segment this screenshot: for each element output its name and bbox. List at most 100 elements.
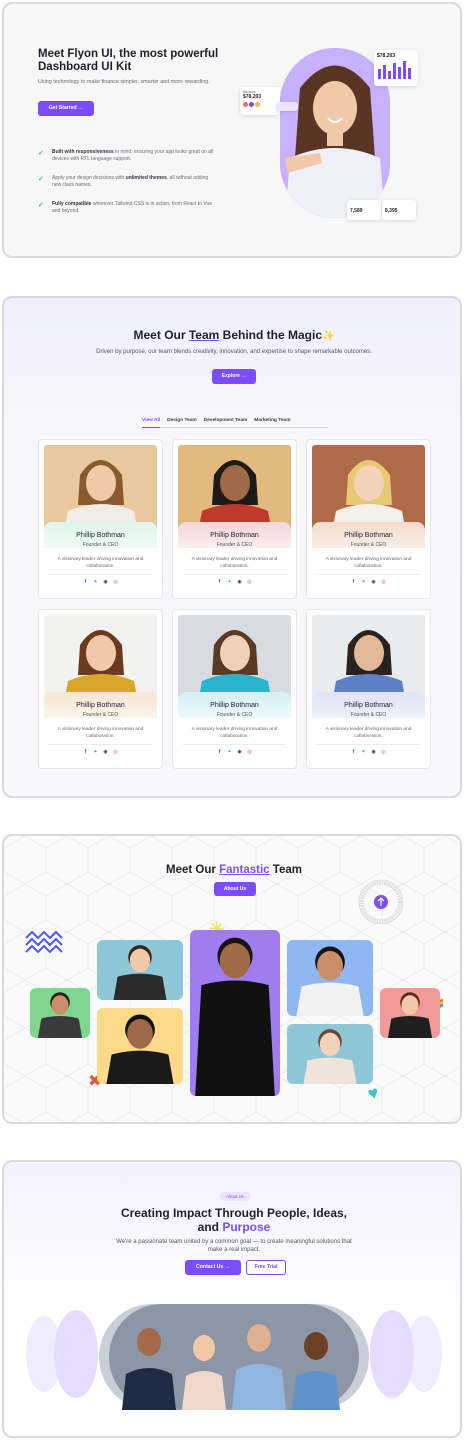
feature-bold: Fully compatible: [52, 201, 92, 207]
team-photo-tile: [30, 988, 90, 1038]
heading-text: Meet Our: [133, 328, 189, 342]
instagram-icon[interactable]: ◎: [113, 749, 119, 755]
member-role: Founder & CEO: [216, 712, 253, 718]
team-member-card: Phillip Bothman Founder & CEO A visionary …: [38, 609, 163, 769]
github-icon[interactable]: ◉: [237, 749, 243, 755]
free-trial-button[interactable]: Free Trial: [246, 1260, 286, 1275]
stat-value: 8,395: [385, 208, 398, 214]
facebook-icon[interactable]: f: [351, 579, 357, 585]
feature-bold: Built with responsiveness: [52, 149, 114, 155]
member-photo: [44, 615, 157, 703]
collage-heading: Meet Our Fantastic Team: [4, 864, 460, 876]
hero-section: Meet Flyon UI, the most powerful Dashboa…: [2, 2, 462, 258]
member-description: A visionary leader driving innovation an…: [191, 557, 278, 569]
member-role: Founder & CEO: [216, 542, 253, 548]
stat-widget: 7,589: [347, 200, 381, 220]
tab-view-all[interactable]: View All: [142, 416, 161, 428]
twitter-icon[interactable]: ✦: [227, 579, 233, 585]
instagram-icon[interactable]: ◎: [113, 579, 119, 585]
check-icon: ✓: [38, 150, 44, 157]
divider: [183, 744, 286, 745]
sparkle-icon: ✨: [322, 331, 335, 342]
member-name: Phillip Bothman: [210, 702, 259, 709]
instagram-icon[interactable]: ◎: [247, 749, 253, 755]
team-photo-tile: [97, 940, 183, 1000]
heading-highlight: Team: [188, 328, 220, 342]
member-name: Phillip Bothman: [344, 702, 393, 709]
member-description: A visionary leader driving innovation an…: [325, 557, 412, 569]
twitter-icon[interactable]: ✦: [361, 749, 367, 755]
instagram-icon[interactable]: ◎: [247, 579, 253, 585]
social-links: f ✦ ◉ ◎: [39, 579, 162, 587]
team-subtitle: Driven by purpose, our team blends creat…: [96, 349, 372, 355]
member-photo: [178, 445, 291, 533]
team-photo-tile: [97, 1008, 183, 1084]
twitter-icon[interactable]: ✦: [227, 749, 233, 755]
member-description: A visionary leader driving innovation an…: [191, 727, 278, 739]
team-member-card: Phillip Bothman Founder & CEO A visionary …: [172, 439, 297, 599]
instagram-icon[interactable]: ◎: [381, 749, 387, 755]
team-heading: Meet Our Team Behind the Magic✨: [4, 328, 460, 342]
team-photo-tile: [287, 1024, 373, 1084]
feature-bold: unlimited themes: [125, 175, 167, 181]
divider: [183, 574, 286, 575]
facebook-icon[interactable]: f: [217, 749, 223, 755]
github-icon[interactable]: ◉: [103, 579, 109, 585]
explore-button[interactable]: Explore →: [212, 369, 256, 384]
twitter-icon[interactable]: ✦: [93, 749, 99, 755]
stat-widget: 8,395: [382, 200, 416, 220]
impact-section: About Us Creating Impact Through People,…: [2, 1160, 462, 1438]
member-role: Founder & CEO: [350, 712, 387, 718]
about-badge: About Us: [220, 1192, 250, 1201]
github-icon[interactable]: ◉: [371, 579, 377, 585]
feature-item: ✓ Fully compatible wherever Tailwind CSS…: [38, 201, 218, 215]
facebook-icon[interactable]: f: [217, 579, 223, 585]
rotating-badge: [358, 879, 404, 925]
divider: [317, 744, 420, 745]
social-links: f ✦ ◉ ◎: [39, 749, 162, 757]
instagram-icon[interactable]: ◎: [381, 579, 387, 585]
social-links: f ✦ ◉ ◎: [173, 749, 296, 757]
twitter-icon[interactable]: ✦: [93, 579, 99, 585]
tab-development-team[interactable]: Development Team: [204, 416, 248, 428]
twitter-icon[interactable]: ✦: [361, 579, 367, 585]
member-photo: [178, 615, 291, 703]
avatar-stack: [243, 102, 277, 107]
heading-text: Behind the Magic: [219, 328, 323, 342]
heading-line: Creating Impact Through People, Ideas,: [120, 1206, 348, 1220]
team-member-card: Phillip Bothman Founder & CEO A visionary …: [172, 609, 297, 769]
tab-design-team[interactable]: Design Team: [167, 416, 197, 428]
github-icon[interactable]: ◉: [371, 749, 377, 755]
facebook-icon[interactable]: f: [351, 749, 357, 755]
divider: [49, 574, 152, 575]
team-member-card: Phillip Bothman Founder & CEO A visionary …: [306, 609, 431, 769]
social-links: f ✦ ◉ ◎: [173, 579, 296, 587]
social-links: f ✦ ◉ ◎: [307, 749, 430, 757]
stat-value: 7,589: [350, 208, 363, 214]
tab-marketing-team[interactable]: Marketing Team: [254, 416, 290, 428]
team-tabs: View All Design Team Development Team Ma…: [142, 416, 328, 428]
member-role: Founder & CEO: [82, 712, 119, 718]
zigzag-decoration-icon: [25, 930, 63, 954]
feature-item: ✓ Apply your design decisions with unlim…: [38, 175, 218, 189]
check-icon: ✓: [38, 202, 44, 209]
about-us-button[interactable]: About Us: [214, 882, 256, 896]
tag-chip: [276, 102, 298, 111]
member-photo: [312, 615, 425, 703]
facebook-icon[interactable]: f: [83, 579, 89, 585]
facebook-icon[interactable]: f: [83, 749, 89, 755]
member-description: A visionary leader driving innovation an…: [325, 727, 412, 739]
get-started-button[interactable]: Get Started →: [38, 101, 94, 116]
heading-text: and: [197, 1220, 223, 1234]
github-icon[interactable]: ◉: [103, 749, 109, 755]
hero-subtitle: Using technology to make finance simpler…: [38, 79, 210, 85]
collage-section: Meet Our Fantastic Team About Us ✳ ✖ ♥ 🌈: [2, 834, 462, 1124]
member-photo: [312, 445, 425, 533]
github-icon[interactable]: ◉: [237, 579, 243, 585]
feature-item: ✓ Built with responsiveness in mind, ens…: [38, 149, 218, 163]
divider: [49, 744, 152, 745]
impact-heading: Creating Impact Through People, Ideas, a…: [84, 1206, 384, 1234]
contact-us-button[interactable]: Contact Us →: [185, 1260, 241, 1275]
member-name: Phillip Bothman: [210, 532, 259, 539]
team-member-card: Phillip Bothman Founder & CEO A visionary …: [306, 439, 431, 599]
